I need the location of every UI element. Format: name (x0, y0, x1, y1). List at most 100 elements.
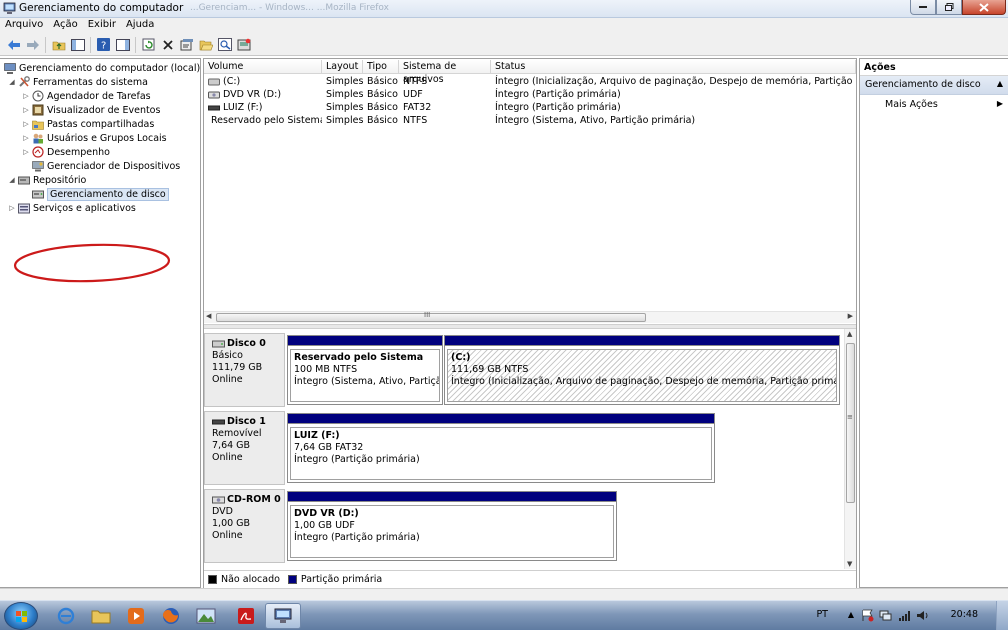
partition-system-reserved[interactable]: Reservado pelo Sistema 100 MB NTFS Ínteg… (287, 335, 443, 405)
scroll-right-arrow-icon[interactable]: ▶ (848, 312, 853, 320)
tree-item-disk-management[interactable]: Gerenciamento de disco (31, 187, 169, 201)
taskbar-app[interactable] (188, 603, 224, 629)
action-center-flag-icon[interactable] (861, 609, 874, 622)
collapse-up-icon[interactable]: ▲ (997, 79, 1003, 88)
pdf-reader-icon (238, 608, 254, 624)
expand-arrow-icon[interactable]: ▷ (21, 120, 31, 128)
partition-size: 111,69 GB NTFS (451, 364, 529, 375)
tree-item-event-viewer[interactable]: ▷ Visualizador de Eventos (21, 103, 160, 117)
partition-f[interactable]: LUIZ (F:) 7,64 GB FAT32 Íntegro (Partiçã… (287, 413, 715, 483)
find-button[interactable] (215, 36, 234, 54)
menu-acao[interactable]: Ação (48, 18, 82, 34)
open-button[interactable] (196, 36, 215, 54)
usb-drive-icon (208, 105, 220, 110)
scrollbar-thumb[interactable] (216, 313, 646, 322)
taskbar-media-player[interactable] (118, 603, 154, 629)
disk-info[interactable]: CD-ROM 0 DVD 1,00 GB Online (204, 489, 285, 563)
disk-info[interactable]: Disco 1 Removível 7,64 GB Online (204, 411, 285, 485)
table-row[interactable]: DVD VR (D:) Simples Básico UDF Íntegro (… (204, 88, 856, 101)
partition-c[interactable]: (C:) 111,69 GB NTFS Íntegro (Inicializaç… (444, 335, 840, 405)
tree-item-services-apps[interactable]: ▷ Serviços e aplicativos (7, 201, 136, 215)
action-pane-icon (115, 38, 130, 51)
more-actions-item[interactable]: Mais Ações ▶ (860, 95, 1008, 112)
tree-item-storage[interactable]: ◢ Repositório (7, 173, 86, 187)
tree-item-task-scheduler[interactable]: ▷ Agendador de Tarefas (21, 89, 151, 103)
tree-item-system-tools[interactable]: ◢ Ferramentas do sistema (7, 75, 148, 89)
back-button[interactable] (4, 36, 23, 54)
network-icon[interactable] (879, 609, 892, 622)
horizontal-scrollbar[interactable]: ◀ III ▶ (204, 311, 856, 323)
actions-section-disk-management[interactable]: Gerenciamento de disco ▲ (860, 76, 1008, 95)
expand-arrow-icon[interactable]: ▷ (7, 204, 17, 212)
partition-size: 7,64 GB FAT32 (294, 442, 364, 453)
table-row[interactable]: (C:) Simples Básico NTFS Íntegro (Inicia… (204, 75, 856, 88)
taskbar-ie[interactable] (48, 603, 84, 629)
expand-arrow-icon[interactable]: ▷ (21, 134, 31, 142)
computer-icon (3, 62, 16, 74)
expand-arrow-icon[interactable]: ▷ (21, 92, 31, 100)
table-row[interactable]: LUIZ (F:) Simples Básico FAT32 Íntegro (… (204, 101, 856, 114)
scroll-up-arrow-icon[interactable]: ▲ (847, 330, 852, 338)
partition-size: 1,00 GB UDF (294, 520, 355, 531)
collapse-arrow-icon[interactable]: ◢ (7, 176, 17, 184)
refresh-button[interactable] (139, 36, 158, 54)
taskbar-acrobat[interactable] (228, 603, 264, 629)
clock[interactable]: 20:48 (951, 609, 978, 620)
folder-icon (91, 610, 111, 624)
tree-item-users-groups[interactable]: ▷ Usuários e Grupos Locais (21, 131, 167, 145)
show-action-pane-button[interactable] (113, 36, 132, 54)
tree-item-root[interactable]: Gerenciamento do computador (local) (3, 61, 200, 75)
disk-name: CD-ROM 0 (227, 494, 281, 505)
scrollbar-thumb[interactable] (846, 343, 855, 503)
taskbar-computer-management[interactable] (265, 603, 301, 629)
start-button[interactable] (4, 602, 38, 630)
table-row[interactable]: Reservado pelo Sistema Simples Básico NT… (204, 114, 856, 127)
up-folder-button[interactable] (49, 36, 68, 54)
scroll-left-arrow-icon[interactable]: ◀ (206, 312, 211, 320)
show-hidden-icons-icon[interactable]: ▲ (848, 610, 854, 619)
status-bar (0, 588, 1008, 600)
disk-map: Disco 0 Básico 111,79 GB Online Reservad… (204, 329, 844, 569)
menu-ajuda[interactable]: Ajuda (121, 18, 159, 34)
forward-button[interactable] (23, 36, 42, 54)
tree-item-performance[interactable]: ▷ Desempenho (21, 145, 110, 159)
taskbar-explorer[interactable] (83, 603, 119, 629)
toolbar-separator (45, 36, 46, 53)
column-header-type[interactable]: Tipo (363, 60, 399, 74)
column-header-layout[interactable]: Layout (322, 60, 363, 74)
vertical-scrollbar[interactable]: ▲ ≡ ▼ (844, 329, 856, 569)
expand-arrow-icon[interactable]: ▷ (21, 148, 31, 156)
column-header-volume[interactable]: Volume (204, 60, 322, 74)
disk-settings-button[interactable] (234, 36, 253, 54)
partition-d[interactable]: DVD VR (D:) 1,00 GB UDF Íntegro (Partiçã… (287, 491, 617, 561)
help-button[interactable]: ? (94, 36, 113, 54)
disk-info[interactable]: Disco 0 Básico 111,79 GB Online (204, 333, 285, 407)
scroll-down-arrow-icon[interactable]: ▼ (847, 560, 852, 568)
taskbar-firefox[interactable] (153, 603, 189, 629)
show-desktop-button[interactable] (996, 601, 1008, 630)
column-header-filesystem[interactable]: Sistema de arquivos (399, 60, 491, 85)
media-player-icon (128, 608, 144, 624)
tree-item-shared-folders[interactable]: ▷ Pastas compartilhadas (21, 117, 154, 131)
properties-button[interactable] (177, 36, 196, 54)
scrollbar-grip-icon: ≡ (847, 413, 853, 421)
tree-item-device-manager[interactable]: Gerenciador de Dispositivos (31, 159, 180, 173)
cdrom-icon (212, 496, 225, 504)
collapse-arrow-icon[interactable]: ◢ (7, 78, 17, 86)
tree-label: Visualizador de Eventos (47, 104, 161, 116)
help-icon: ? (97, 38, 110, 51)
minimize-button[interactable] (910, 0, 936, 15)
delete-button[interactable] (158, 36, 177, 54)
language-indicator[interactable]: PT (816, 609, 828, 620)
restore-button[interactable] (936, 0, 962, 15)
menu-arquivo[interactable]: Arquivo (0, 18, 48, 34)
close-button[interactable] (962, 0, 1006, 15)
expand-arrow-icon[interactable]: ▷ (21, 106, 31, 114)
signal-strength-icon[interactable] (898, 609, 912, 622)
volume-filesystem: UDF (403, 89, 423, 100)
system-tray: PT ▲ 20:48 (808, 601, 1008, 630)
show-hide-tree-button[interactable] (68, 36, 87, 54)
volume-icon[interactable] (916, 609, 930, 622)
menu-exibir[interactable]: Exibir (83, 18, 121, 34)
column-header-status[interactable]: Status (491, 60, 856, 74)
